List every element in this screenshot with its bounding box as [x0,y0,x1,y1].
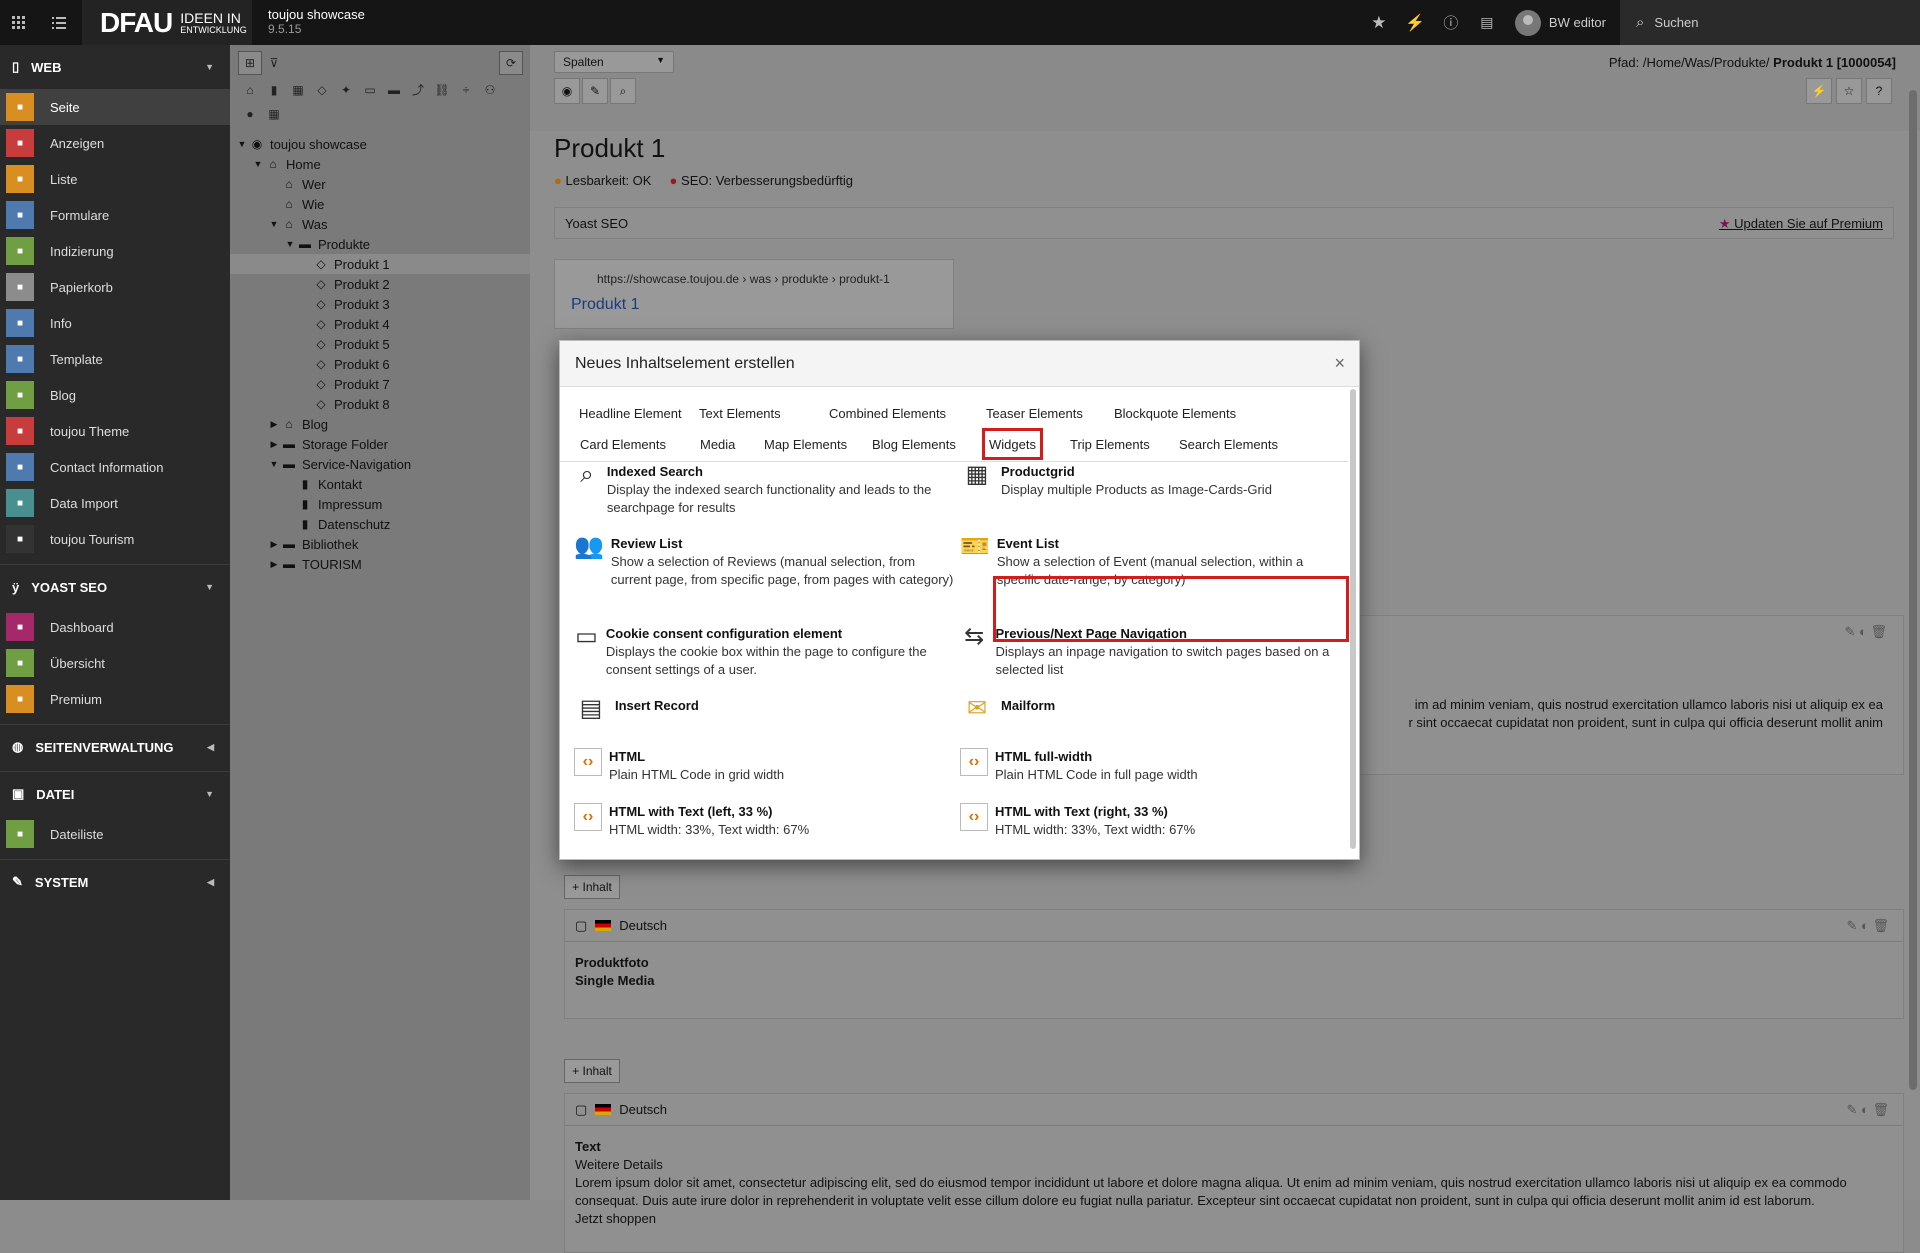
element-title: Event List [996,536,1060,551]
tab-blockquote-elements[interactable]: Blockquote Elements [1110,397,1240,429]
tab-widgets[interactable]: Widgets [982,428,1043,460]
element-mailform[interactable]: ✉ Mailform [960,697,1335,731]
element-description: Displays an inpage navigation to switch … [995,644,1330,677]
element-html-with-text-right-33[interactable]: ‹› HTML with Text (right, 33 %) HTML width… [960,803,1335,839]
tab-headline-element[interactable]: Headline Element [575,397,686,429]
element-cookie-consent-configuration-element[interactable]: ▭ Cookie consent configuration element Dis… [574,625,954,679]
ticket-icon: 🎫 [960,533,990,560]
html-icon: ‹› [574,803,602,831]
element-title: HTML full-width [995,749,1093,764]
element-title: HTML with Text (left, 33 %) [609,804,773,819]
grid-icon: ▦ [965,461,989,488]
page-nav-icon: ⇆ [964,623,985,650]
element-description: HTML width: 33%, Text width: 67% [995,822,1196,837]
element-title: Productgrid [1001,464,1075,479]
modal-scrollbar[interactable] [1350,389,1356,849]
element-productgrid[interactable]: ▦ Productgrid Display multiple Products as… [960,463,1335,499]
element-indexed-search[interactable]: ⌕ Indexed Search Display the indexed searc… [574,463,954,517]
modal-title: Neues Inhaltselement erstellen [575,354,795,372]
element-insert-record[interactable]: ▤ Insert Record [574,697,954,731]
tab-blog-elements[interactable]: Blog Elements [868,428,960,460]
tab-search-elements[interactable]: Search Elements [1175,428,1282,460]
element-html-with-text-left-33[interactable]: ‹› HTML with Text (left, 33 %) HTML width:… [574,803,954,839]
element-title: Mailform [1001,698,1056,713]
html-icon: ‹› [574,748,602,776]
element-html[interactable]: ‹› HTML Plain HTML Code in grid width [574,748,954,784]
element-title: Insert Record [615,698,699,713]
element-description: Display multiple Products as Image-Cards… [1001,482,1272,497]
element-description: Plain HTML Code in full page width [995,767,1198,782]
id-card-icon: ▭ [575,623,598,650]
tab-media[interactable]: Media [696,428,739,460]
tab-text-elements[interactable]: Text Elements [695,397,785,429]
element-description: Display the indexed search functionality… [606,482,932,515]
tab-teaser-elements[interactable]: Teaser Elements [982,397,1087,429]
modal-overlay: Neues Inhaltselement erstellen × Headline… [0,0,1920,1200]
html-icon: ‹› [960,748,988,776]
modal-header: Neues Inhaltselement erstellen × [560,341,1359,387]
element-title: Cookie consent configuration element [605,626,843,641]
highlight-selection [993,576,1349,642]
tab-trip-elements[interactable]: Trip Elements [1066,428,1154,460]
reviewers-icon: 👥 [574,533,604,560]
tab-map-elements[interactable]: Map Elements [760,428,851,460]
search-icon: ⌕ [580,461,594,488]
element-html-full-width[interactable]: ‹› HTML full-width Plain HTML Code in full… [960,748,1335,784]
element-description: Show a selection of Reviews (manual sele… [610,554,954,587]
new-content-element-modal: Neues Inhaltselement erstellen × Headline… [559,340,1360,860]
mail-icon: ✉ [966,695,988,722]
tab-combined-elements[interactable]: Combined Elements [825,397,950,429]
element-link: Jetzt shoppen [575,1211,656,1226]
close-icon[interactable]: × [1334,353,1345,374]
element-review-list[interactable]: 👥 Review List Show a selection of Reviews … [574,535,954,589]
element-title: HTML [609,749,646,764]
element-description: Plain HTML Code in grid width [609,767,785,782]
element-description: Displays the cookie box within the page … [605,644,927,677]
element-title: Review List [610,536,683,551]
element-title: Indexed Search [606,464,703,479]
html-icon: ‹› [960,803,988,831]
element-title: HTML with Text (right, 33 %) [995,804,1168,819]
element-description: HTML width: 33%, Text width: 67% [609,822,810,837]
tab-card-elements[interactable]: Card Elements [576,428,670,460]
insert-record-icon: ▤ [579,695,603,722]
